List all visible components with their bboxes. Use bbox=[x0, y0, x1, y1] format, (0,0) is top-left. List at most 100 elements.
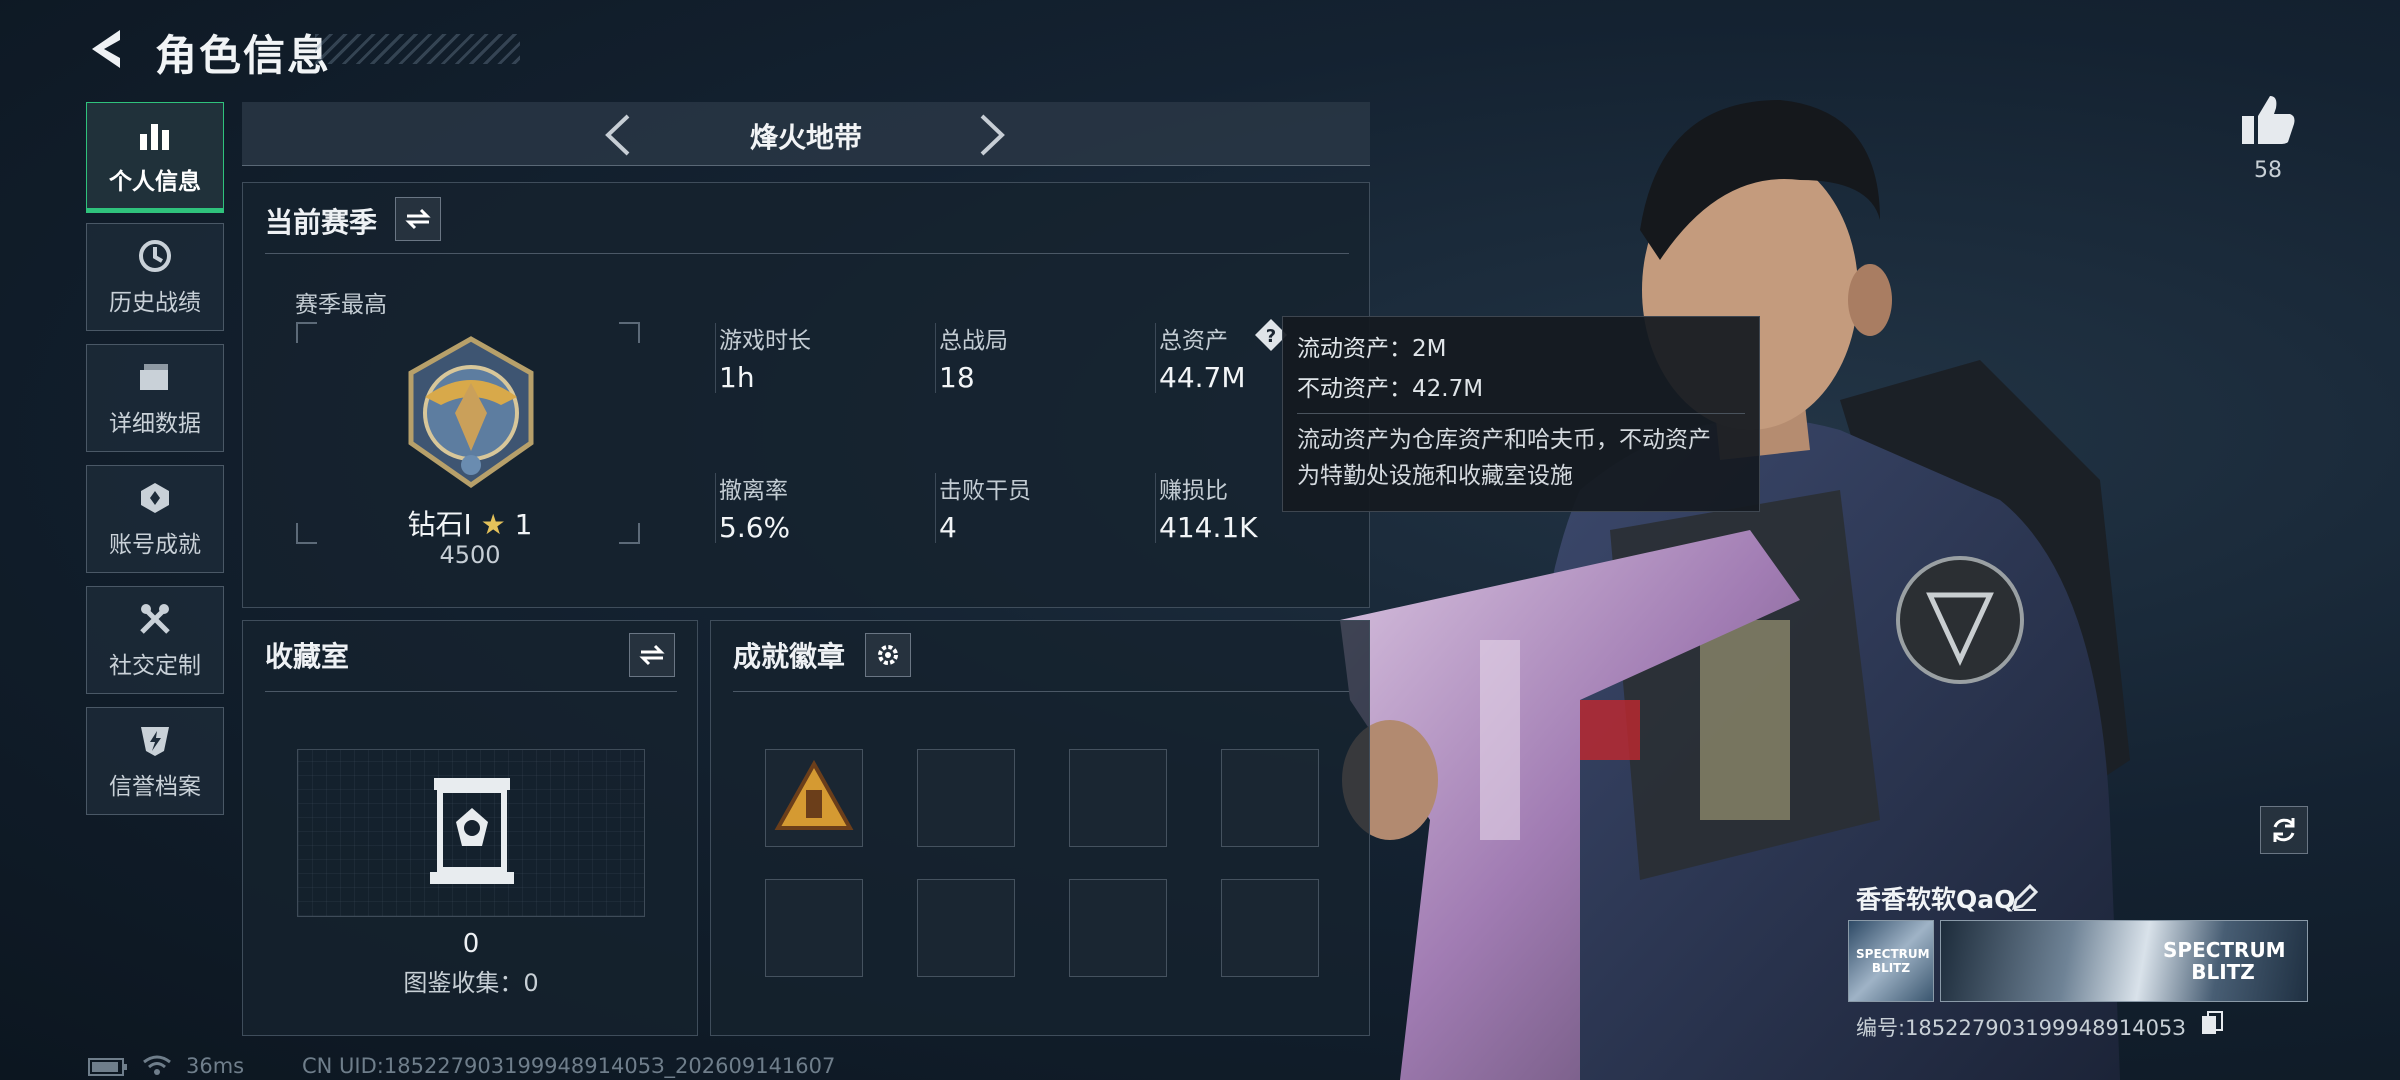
badges-settings-button[interactable] bbox=[865, 633, 911, 677]
stat-label-total-matches: 总战局 bbox=[939, 328, 1008, 354]
bar-chart-icon bbox=[140, 124, 169, 150]
collection-count: 0 bbox=[462, 929, 480, 959]
sidebar-item-label: 历史战绩 bbox=[109, 290, 201, 316]
diamond-rank-emblem-icon bbox=[408, 336, 534, 489]
rank-stars: 1 bbox=[514, 508, 533, 541]
tools-icon bbox=[140, 604, 170, 634]
sidebar-item-credit-record[interactable]: 信誉档案 bbox=[86, 707, 224, 815]
badge-slot[interactable] bbox=[765, 879, 863, 977]
collection-switch-button[interactable] bbox=[629, 633, 675, 677]
rotate-character-button[interactable] bbox=[2260, 806, 2308, 854]
badge-slot[interactable] bbox=[917, 749, 1015, 847]
badge-slot[interactable] bbox=[1221, 879, 1319, 977]
sidebar-item-label: 信誉档案 bbox=[109, 774, 201, 800]
season-title: 当前赛季 bbox=[265, 206, 378, 239]
sidebar-item-label: 社交定制 bbox=[109, 653, 201, 679]
switch-season-button[interactable] bbox=[395, 197, 441, 241]
stat-value-operators-defeated: 4 bbox=[939, 511, 957, 544]
stat-value-profit-loss-ratio: 414.1K bbox=[1159, 511, 1258, 544]
refresh-icon bbox=[2273, 818, 2295, 842]
divider bbox=[1297, 413, 1745, 414]
achievement-icon bbox=[141, 483, 169, 513]
sidebar-item-achievements[interactable]: 账号成就 bbox=[86, 465, 224, 573]
badge-slot[interactable] bbox=[1069, 749, 1167, 847]
sidebar-item-match-history[interactable]: 历史战绩 bbox=[86, 223, 224, 331]
swap-icon bbox=[639, 644, 665, 666]
stat-label-playtime: 游戏时长 bbox=[719, 328, 811, 354]
ping-value: 36ms bbox=[186, 1054, 245, 1078]
sidebar-item-label: 详细数据 bbox=[109, 411, 201, 437]
rank-info: 钻石Ⅰ ★ 1 bbox=[305, 503, 635, 543]
badges-title: 成就徽章 bbox=[733, 640, 846, 673]
sidebar-item-label: 账号成就 bbox=[109, 532, 201, 558]
warning-triangle-badge-icon bbox=[774, 759, 854, 830]
stat-divider bbox=[715, 323, 716, 393]
stat-divider bbox=[715, 473, 716, 543]
like-count: 58 bbox=[2254, 158, 2282, 183]
sidebar-item-label: 个人信息 bbox=[109, 169, 201, 195]
sidebar-item-social-custom[interactable]: 社交定制 bbox=[86, 586, 224, 694]
divider bbox=[265, 691, 677, 692]
season-best-label: 赛季最高 bbox=[295, 292, 387, 318]
wifi-icon bbox=[143, 1055, 171, 1075]
history-icon bbox=[139, 240, 171, 272]
collection-panel: 收藏室 0 图鉴收集：0 bbox=[242, 620, 698, 1036]
collection-preview[interactable] bbox=[297, 749, 645, 917]
stat-divider bbox=[1155, 323, 1156, 393]
stat-value-total-assets: 44.7M bbox=[1159, 361, 1246, 394]
divider bbox=[733, 691, 1349, 692]
divider bbox=[265, 253, 1349, 254]
back-arrow-icon[interactable] bbox=[86, 26, 128, 72]
swap-icon bbox=[405, 208, 431, 230]
badge-slot[interactable] bbox=[917, 879, 1015, 977]
player-id: 编号:18522790319994891405З bbox=[1856, 1016, 2186, 1040]
chevron-right-icon[interactable] bbox=[974, 112, 1010, 158]
battery-icon bbox=[88, 1058, 127, 1076]
mode-title: 烽火地带 bbox=[749, 121, 862, 154]
uid-text: CN UID:18522790319994891405З_20260914160… bbox=[302, 1054, 836, 1078]
assets-tooltip: 流动资产：2M 不动资产：42.7M 流动资产为仓库资产和哈夫币，不动资产 为特… bbox=[1282, 316, 1760, 512]
player-name: 香香软软QaQ bbox=[1856, 885, 2016, 914]
sidebar-item-detailed-data[interactable]: 详细数据 bbox=[86, 344, 224, 452]
badge-slot[interactable] bbox=[1221, 749, 1319, 847]
tooltip-liquid-assets: 流动资产：2M bbox=[1297, 336, 1447, 362]
stat-label-profit-loss-ratio: 赚损比 bbox=[1159, 478, 1228, 504]
season-panel: 当前赛季 赛季最高 钻石Ⅰ ★ 1 4500 游戏时长 1h 总战局 18 总资… bbox=[242, 182, 1370, 608]
card-logo-text: SPECTRUM BLITZ bbox=[2163, 938, 2286, 984]
badges-panel: 成就徽章 bbox=[710, 620, 1370, 1036]
stat-value-total-matches: 18 bbox=[939, 361, 975, 394]
name-card-banner[interactable]: SPECTRUM BLITZ bbox=[1940, 920, 2308, 1002]
page-title: 角色信息 bbox=[155, 31, 332, 80]
card-logo-text: SPECTRUM BLITZ bbox=[1856, 947, 1930, 975]
badge-slot[interactable] bbox=[1069, 879, 1167, 977]
tooltip-fixed-assets: 不动资产：42.7M bbox=[1297, 376, 1484, 402]
stat-divider bbox=[935, 473, 936, 543]
badge-slot[interactable] bbox=[765, 749, 863, 847]
svg-text:?: ? bbox=[1266, 326, 1276, 347]
thumbs-up-icon[interactable] bbox=[2240, 94, 2296, 146]
display-case-icon bbox=[430, 778, 514, 884]
collection-dex-label: 图鉴收集：0 bbox=[403, 969, 539, 997]
stat-value-extraction-rate: 5.6% bbox=[719, 511, 791, 544]
name-card-small[interactable]: SPECTRUM BLITZ bbox=[1848, 920, 1934, 1002]
stat-label-total-assets: 总资产 bbox=[1159, 328, 1228, 354]
rank-score: 4500 bbox=[439, 541, 501, 569]
stat-label-extraction-rate: 撤离率 bbox=[719, 478, 788, 504]
rank-name: 钻石Ⅰ bbox=[407, 508, 472, 541]
copy-icon[interactable] bbox=[2200, 1010, 2224, 1036]
mode-selector: 烽火地带 bbox=[242, 102, 1370, 166]
collection-title: 收藏室 bbox=[265, 640, 350, 673]
sidebar-item-personal-info[interactable]: 个人信息 bbox=[86, 102, 224, 213]
tooltip-description-line: 为特勤处设施和收藏室设施 bbox=[1297, 463, 1573, 489]
sidebar: 个人信息 历史战绩 详细数据 账号成就 社交定制 信誉档案 bbox=[86, 102, 224, 828]
folder-icon bbox=[140, 364, 168, 390]
stat-label-operators-defeated: 击败干员 bbox=[939, 478, 1031, 504]
tooltip-description-line: 流动资产为仓库资产和哈夫币，不动资产 bbox=[1297, 427, 1711, 453]
title-decoration bbox=[315, 34, 520, 64]
edit-icon[interactable] bbox=[2010, 882, 2040, 912]
shield-lightning-icon bbox=[141, 727, 169, 756]
stat-value-playtime: 1h bbox=[719, 361, 755, 394]
gear-icon bbox=[878, 645, 898, 665]
star-icon: ★ bbox=[480, 508, 506, 541]
stat-divider bbox=[1155, 473, 1156, 543]
